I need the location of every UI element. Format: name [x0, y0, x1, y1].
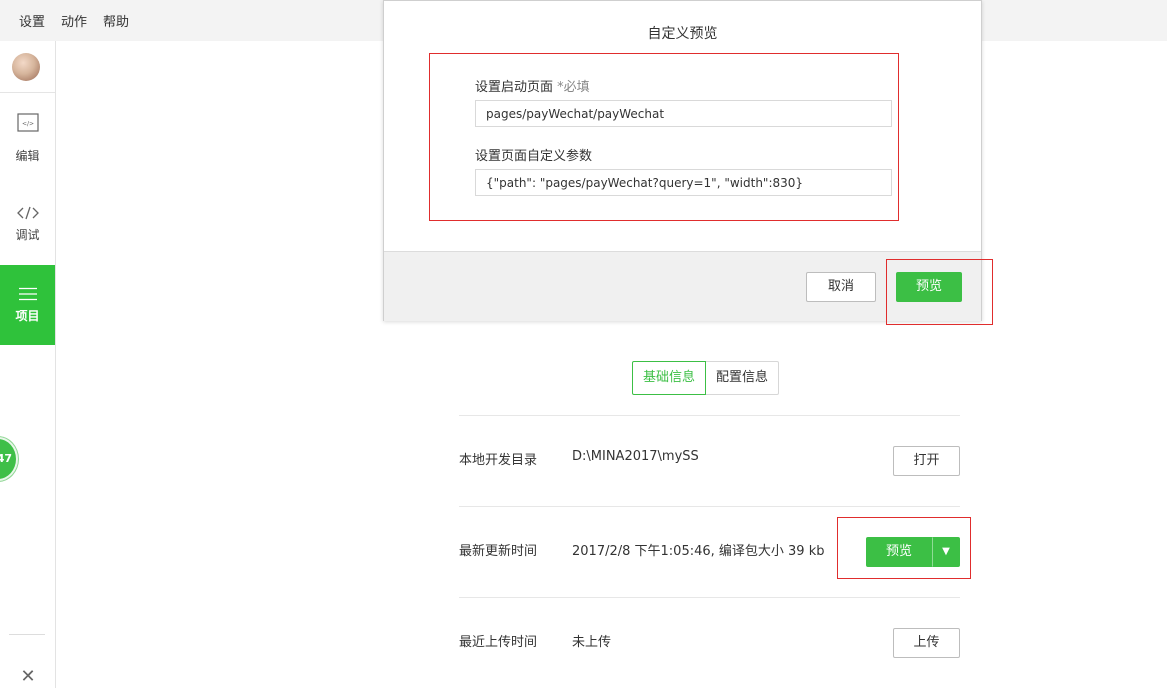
dialog-preview-button[interactable]: 预览 [896, 272, 962, 302]
sidebar-item-label: 调试 [15, 228, 40, 242]
custom-preview-dialog: 自定义预览 设置启动页面 *必填 设置页面自定义参数 取消 预览 [383, 0, 982, 321]
start-page-input[interactable] [475, 100, 892, 127]
start-page-label-text: 设置启动页面 [475, 80, 554, 95]
code-brackets-icon [17, 206, 39, 220]
start-page-label: 设置启动页面 *必填 [475, 76, 590, 95]
divider [459, 506, 960, 507]
local-dir-label: 本地开发目录 [459, 453, 538, 468]
svg-text:</>: </> [22, 121, 34, 128]
cancel-button[interactable]: 取消 [806, 272, 876, 302]
preview-button[interactable]: 预览 [866, 537, 932, 567]
dialog-title: 自定义预览 [647, 26, 718, 42]
dialog-body: 自定义预览 设置启动页面 *必填 设置页面自定义参数 [384, 1, 981, 251]
menu-settings[interactable]: 设置 [19, 11, 45, 30]
divider [459, 597, 960, 598]
local-dir-value: D:\MINA2017\mySS [572, 449, 699, 464]
menu-help[interactable]: 帮助 [103, 11, 129, 30]
preview-split-button: 预览 ▼ [866, 537, 960, 567]
last-update-label: 最新更新时间 [459, 544, 538, 559]
sidebar-item-label: 项目 [15, 309, 40, 323]
dialog-footer: 取消 预览 [384, 251, 981, 321]
menu-lines-icon [19, 287, 37, 301]
last-upload-label: 最近上传时间 [459, 635, 538, 650]
menu-actions[interactable]: 动作 [61, 11, 87, 30]
sidebar-divider [9, 634, 45, 635]
chevron-down-icon[interactable]: ▼ [932, 537, 960, 567]
sidebar-item-label: 编辑 [15, 149, 40, 163]
custom-params-input[interactable] [475, 169, 892, 196]
close-icon[interactable]: ✕ [18, 667, 38, 687]
sidebar-item-debug[interactable]: 调试 [0, 184, 55, 264]
sidebar: </> 编辑 调试 项目 ✕ [0, 41, 56, 688]
sidebar-item-edit[interactable]: </> 编辑 [0, 93, 55, 173]
open-button[interactable]: 打开 [893, 446, 960, 476]
divider [459, 415, 960, 416]
last-update-value: 2017/2/8 下午1:05:46, 编译包大小 39 kb [572, 544, 825, 559]
code-window-icon: </> [17, 113, 39, 132]
avatar[interactable] [12, 53, 40, 81]
last-upload-value: 未上传 [572, 635, 612, 650]
required-mark: *必填 [557, 80, 590, 95]
tab-basic-info[interactable]: 基础信息 [632, 361, 707, 395]
avatar-container [0, 41, 55, 93]
sidebar-item-project[interactable]: 项目 [0, 265, 55, 345]
info-tabs: 基础信息 配置信息 [632, 361, 780, 395]
tab-config-info[interactable]: 配置信息 [706, 361, 780, 395]
custom-params-label: 设置页面自定义参数 [475, 149, 593, 164]
upload-button[interactable]: 上传 [893, 628, 960, 658]
